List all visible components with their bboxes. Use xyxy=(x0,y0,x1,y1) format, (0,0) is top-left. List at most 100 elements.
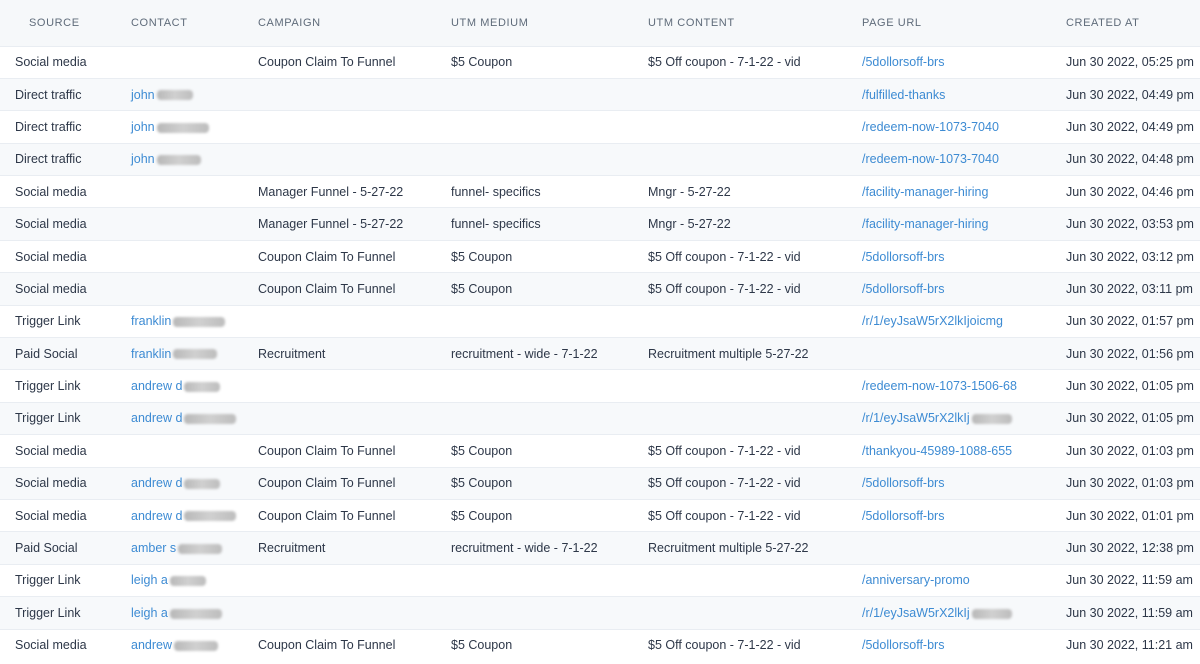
page-url-link[interactable]: /5dollorsoff-brs xyxy=(862,509,944,523)
cell-contact: andrew xyxy=(123,629,250,661)
cell-source-text: Social media xyxy=(15,508,87,523)
table-row[interactable]: Social media Coupon Claim To Funnel $5 Cou… xyxy=(0,434,1200,467)
table-row[interactable]: Direct traffic john/redeem-now-1073-7040 J… xyxy=(0,110,1200,143)
cell-source: Social media xyxy=(0,435,123,467)
cell-campaign-text: Manager Funnel - 5-27-22 xyxy=(258,217,404,232)
contact-link[interactable]: leigh a xyxy=(131,606,168,620)
page-url-link[interactable]: /thankyou-45989-1088-655 xyxy=(862,444,1012,458)
page-url-link[interactable]: /5dollorsoff-brs xyxy=(862,250,944,264)
header-utm-content[interactable]: UTM CONTENT xyxy=(642,0,854,46)
table-row[interactable]: Direct traffic john/fulfilled-thanks Jun 3… xyxy=(0,78,1200,111)
table-row[interactable]: Trigger Link andrew d/r/1/eyJsaW5rX2lkIj J… xyxy=(0,402,1200,435)
cell-created-at-text: Jun 30 2022, 04:49 pm xyxy=(1066,119,1194,134)
page-url-link[interactable]: /5dollorsoff-brs xyxy=(862,638,944,652)
table-row[interactable]: Social media Coupon Claim To Funnel $5 Cou… xyxy=(0,240,1200,272)
contact-link[interactable]: andrew d xyxy=(131,476,182,490)
cell-created-at: Jun 30 2022, 03:12 pm xyxy=(1060,240,1200,272)
header-source[interactable]: SOURCE xyxy=(0,0,123,46)
contact-link[interactable]: amber s xyxy=(131,541,176,555)
page-url-link[interactable]: /redeem-now-1073-7040 xyxy=(862,120,999,134)
cell-page-url: /anniversary-promo xyxy=(854,564,1060,596)
cell-campaign: Manager Funnel - 5-27-22 xyxy=(250,176,443,208)
page-url-link[interactable]: /r/1/eyJsaW5rX2lkIj xyxy=(862,411,970,425)
cell-utm-content xyxy=(642,78,854,110)
page-url-link[interactable]: /r/1/eyJsaW5rX2lkIj xyxy=(862,606,970,620)
cell-page-url: /5dollorsoff-brs xyxy=(854,240,1060,272)
page-url-link[interactable]: /fulfilled-thanks xyxy=(862,88,945,102)
table-row[interactable]: Paid Social amber s Recruitment recruitment… xyxy=(0,531,1200,565)
table-row[interactable]: Trigger Link franklin/r/1/eyJsaW5rX2lkIjo… xyxy=(0,305,1200,337)
table-row[interactable]: Social media Coupon Claim To Funnel $5 Cou… xyxy=(0,272,1200,306)
cell-utm-content xyxy=(642,370,854,402)
table-row[interactable]: Trigger Link andrew d/redeem-now-1073-150… xyxy=(0,369,1200,402)
table-row[interactable]: Trigger Link leigh a/anniversary-promo Jun… xyxy=(0,564,1200,596)
page-url-link[interactable]: /5dollorsoff-brs xyxy=(862,282,944,296)
cell-utm-content xyxy=(642,111,854,143)
table-row[interactable]: Paid Social franklin Recruitment recruitmen… xyxy=(0,337,1200,370)
cell-utm-content: Recruitment multiple 5-27-22 xyxy=(642,532,854,564)
contact-link[interactable]: andrew d xyxy=(131,379,182,393)
contact-link[interactable]: john xyxy=(131,88,155,102)
cell-utm-medium: funnel- specifics xyxy=(443,208,642,240)
cell-created-at-text: Jun 30 2022, 04:49 pm xyxy=(1066,87,1194,102)
table-row[interactable]: Social media Manager Funnel - 5-27-22 funn… xyxy=(0,207,1200,241)
header-page-url[interactable]: PAGE URL xyxy=(854,0,1060,46)
table-row[interactable]: Social media Manager Funnel - 5-27-22 funn… xyxy=(0,175,1200,208)
table-row[interactable]: Direct traffic john/redeem-now-1073-7040 J… xyxy=(0,143,1200,176)
cell-source-text: Trigger Link xyxy=(15,605,81,620)
page-url-link[interactable]: /facility-manager-hiring xyxy=(862,217,988,231)
header-utm-medium[interactable]: UTM MEDIUM xyxy=(443,0,642,46)
redacted-name-blur xyxy=(173,317,226,328)
cell-source-text: Social media xyxy=(15,638,87,653)
cell-source-text: Social media xyxy=(15,281,87,296)
page-url-link[interactable]: /r/1/eyJsaW5rX2lkIjoicmg xyxy=(862,314,1003,328)
cell-utm-content-text: $5 Off coupon - 7-1-22 - vid xyxy=(648,443,801,458)
redacted-name-blur xyxy=(184,381,221,392)
cell-campaign-text: Coupon Claim To Funnel xyxy=(258,443,396,458)
cell-utm-medium xyxy=(443,111,642,143)
cell-page-url: /r/1/eyJsaW5rX2lkIjoicmg xyxy=(854,305,1060,337)
header-campaign[interactable]: CAMPAIGN xyxy=(250,0,443,46)
contact-link[interactable]: andrew d xyxy=(131,509,182,523)
contact-link[interactable]: leigh a xyxy=(131,573,168,587)
cell-campaign xyxy=(250,564,443,596)
page-url-link[interactable]: /5dollorsoff-brs xyxy=(862,55,944,69)
cell-utm-medium-text: $5 Coupon xyxy=(451,443,513,458)
cell-campaign xyxy=(250,305,443,337)
redacted-name-blur xyxy=(173,349,218,360)
header-contact[interactable]: CONTACT xyxy=(123,0,250,46)
page-url-link[interactable]: /redeem-now-1073-1506-68 xyxy=(862,379,1017,393)
page-url-link[interactable]: /anniversary-promo xyxy=(862,573,970,587)
cell-contact: andrew d xyxy=(123,370,250,402)
contact-link[interactable]: andrew d xyxy=(131,411,182,425)
table-row[interactable]: Social media andrew d Coupon Claim To Funn… xyxy=(0,499,1200,531)
cell-source: Trigger Link xyxy=(0,564,123,596)
cell-created-at-text: Jun 30 2022, 05:25 pm xyxy=(1066,55,1194,70)
cell-source-text: Trigger Link xyxy=(15,379,81,394)
cell-created-at-text: Jun 30 2022, 01:03 pm xyxy=(1066,476,1194,491)
cell-created-at: Jun 30 2022, 03:11 pm xyxy=(1060,273,1200,305)
cell-created-at-text: Jun 30 2022, 03:11 pm xyxy=(1066,281,1193,296)
page-url-link[interactable]: /5dollorsoff-brs xyxy=(862,476,944,490)
table-row[interactable]: Trigger Link leigh a/r/1/eyJsaW5rX2lkIj Ju… xyxy=(0,596,1200,630)
contact-link[interactable]: franklin xyxy=(131,347,171,361)
cell-source-text: Social media xyxy=(15,55,87,70)
cell-created-at-text: Jun 30 2022, 01:05 pm xyxy=(1066,379,1194,394)
contact-link[interactable]: john xyxy=(131,152,155,166)
cell-contact xyxy=(123,208,250,240)
redacted-name-blur xyxy=(156,90,193,101)
contact-link[interactable]: andrew xyxy=(131,638,172,652)
header-created-at[interactable]: CREATED AT xyxy=(1060,0,1200,46)
cell-page-url: /redeem-now-1073-7040 xyxy=(854,111,1060,143)
page-url-link[interactable]: /redeem-now-1073-7040 xyxy=(862,152,999,166)
cell-source: Social media xyxy=(0,273,123,305)
attribution-table-panel: SOURCE CONTACT CAMPAIGN UTM MEDIUM UTM C… xyxy=(0,0,1200,664)
table-row[interactable]: Social media Coupon Claim To Funnel $5 Cou… xyxy=(0,46,1200,78)
contact-link[interactable]: franklin xyxy=(131,314,171,328)
page-url-link[interactable]: /facility-manager-hiring xyxy=(862,185,988,199)
table-row[interactable]: Social media andrew d Coupon Claim To Funn… xyxy=(0,467,1200,500)
cell-created-at-text: Jun 30 2022, 01:56 pm xyxy=(1066,346,1194,361)
contact-link[interactable]: john xyxy=(131,120,155,134)
cell-source-text: Paid Social xyxy=(15,541,78,556)
table-row[interactable]: Social media andrew Coupon Claim To Funnel… xyxy=(0,629,1200,661)
